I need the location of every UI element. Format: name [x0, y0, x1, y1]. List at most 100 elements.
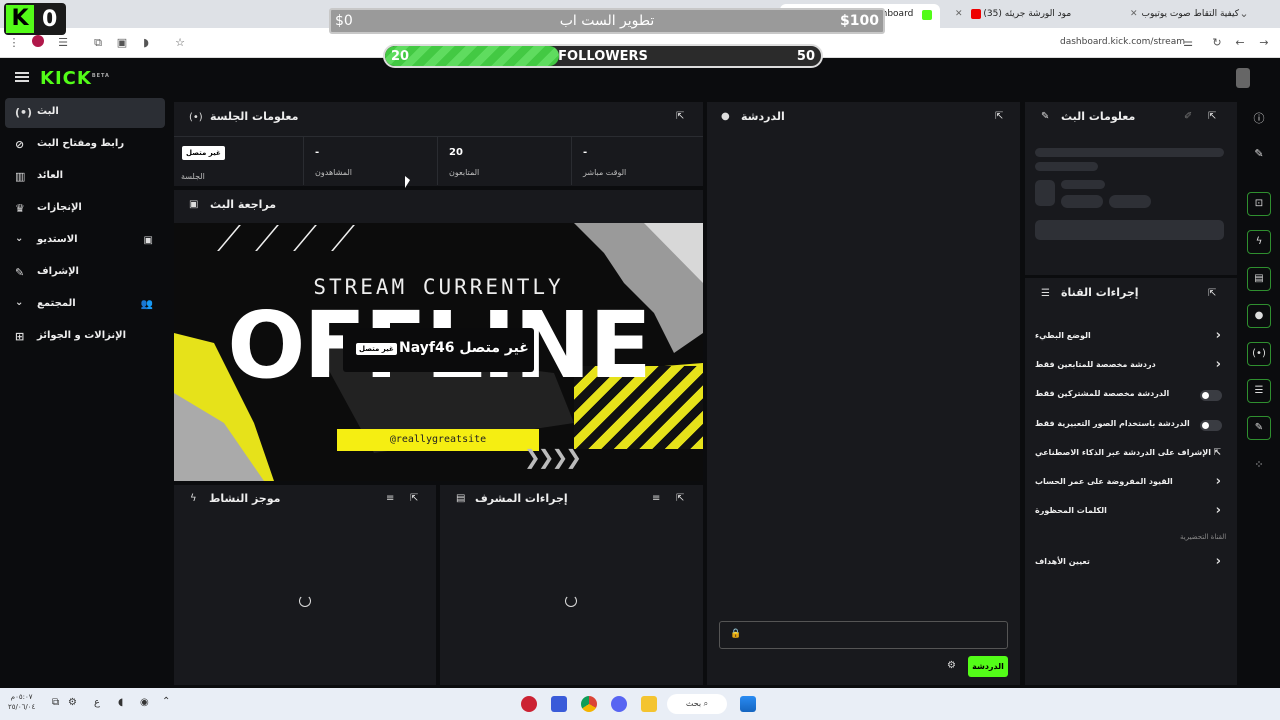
- site-banner: @reallygreatsite: [337, 429, 539, 451]
- users-icon: 👥: [140, 299, 153, 310]
- sidebar-item-label: الاستديو: [37, 234, 78, 245]
- taskbar-search[interactable]: بحث ⌕: [667, 694, 727, 714]
- share-icon[interactable]: ⧉: [90, 35, 106, 51]
- discord-icon[interactable]: [611, 696, 627, 712]
- close-icon[interactable]: ✕: [1130, 9, 1138, 19]
- language-icon[interactable]: ع: [94, 697, 100, 708]
- stat-label: المتابعون: [449, 168, 480, 177]
- sidebar-item-label: الإنزالات و الجوائز: [37, 330, 127, 341]
- filter-icon[interactable]: ≡: [652, 493, 660, 504]
- popout-icon[interactable]: ⇱: [676, 493, 684, 504]
- windows-start-icon[interactable]: [740, 696, 756, 712]
- tray-app-icon[interactable]: ◉: [140, 697, 149, 708]
- channel-action-banned-words[interactable]: الكلمات المحظورة ›: [1035, 503, 1225, 521]
- channel-action-followers-only[interactable]: دردشة مخصصة للمتابعين فقط ›: [1035, 357, 1225, 375]
- popout-icon[interactable]: ⇱: [1208, 288, 1216, 299]
- sidebar-item-achievements[interactable]: ♛ الإنجازات: [5, 194, 165, 224]
- clock[interactable]: ٠٥:٠٧م ٢٥/٠٦/٠٤: [8, 692, 35, 712]
- action-label: دردشة مخصصة للمتابعين فقط: [1035, 360, 1156, 369]
- chrome-icon[interactable]: [581, 696, 597, 712]
- loading-skeleton: [1109, 195, 1151, 208]
- profile-icon[interactable]: [30, 35, 46, 51]
- gear-icon[interactable]: ⚙: [947, 660, 956, 671]
- popout-icon[interactable]: ⇱: [410, 493, 418, 504]
- hamburger-menu-icon[interactable]: [15, 70, 29, 84]
- address-bar[interactable]: dashboard.kick.com/stream: [1060, 37, 1185, 47]
- info-icon[interactable]: ⓘ: [1247, 110, 1271, 130]
- file-explorer-icon[interactable]: [641, 696, 657, 712]
- popout-icon[interactable]: ⇱: [1208, 111, 1216, 122]
- avatar[interactable]: [1236, 68, 1250, 88]
- sidebar-item-drops[interactable]: ⊞ الإنزالات و الجوائز: [5, 322, 165, 352]
- loading-skeleton: [1061, 195, 1103, 208]
- app-icon[interactable]: [551, 696, 567, 712]
- bookmark-star-icon[interactable]: ☆: [172, 35, 188, 51]
- chat-input[interactable]: 🔒: [719, 621, 1008, 649]
- wrench-icon: ✎: [1041, 111, 1050, 122]
- browser-tab[interactable]: ✕ كيفية التقاط صوت يوتيوب: [1120, 5, 1250, 23]
- settings-icon[interactable]: ⚙: [68, 697, 77, 708]
- rail-preview-icon[interactable]: ⊡: [1247, 192, 1271, 216]
- forward-icon[interactable]: →: [1256, 35, 1272, 51]
- add-widget-icon[interactable]: ⁘: [1247, 458, 1271, 478]
- external-link-icon: ⇱: [1213, 448, 1221, 458]
- chevron-right-icon: ›: [1215, 503, 1221, 518]
- subscribers-only-toggle[interactable]: [1200, 390, 1222, 401]
- reload-icon[interactable]: ↻: [1209, 35, 1225, 51]
- sidebar-item-studio[interactable]: ⌄ الاستديو ▣: [5, 226, 165, 256]
- rail-lightning-icon[interactable]: ϟ: [1247, 230, 1271, 254]
- chevron-down-icon: ⌄: [15, 233, 24, 244]
- rail-broadcast-icon[interactable]: (•): [1247, 342, 1271, 366]
- channel-action-set-goals[interactable]: تعيين الأهداف ›: [1035, 554, 1225, 572]
- sidebar-item-community[interactable]: ⌄ المجتمع 👥: [5, 290, 165, 320]
- tab-search-icon[interactable]: ⌄: [1236, 6, 1252, 22]
- tab-title: كيفية التقاط صوت يوتيوب: [1141, 9, 1240, 19]
- chat-send-button[interactable]: الدردشة: [968, 656, 1008, 677]
- speaker-icon[interactable]: ◖: [118, 697, 123, 708]
- pencil-icon[interactable]: ✎: [1247, 147, 1271, 167]
- read-aloud-icon[interactable]: ◗: [138, 35, 154, 51]
- sidebar-item-moderation[interactable]: ✎ الإشراف: [5, 258, 165, 288]
- emote-only-toggle[interactable]: [1200, 420, 1222, 431]
- translate-icon[interactable]: ▣: [114, 35, 130, 51]
- popout-icon[interactable]: ⇱: [995, 111, 1003, 122]
- menu-dots-icon[interactable]: ⋮: [6, 35, 22, 51]
- sidebar-item-revenue[interactable]: ▥ العائد: [5, 162, 165, 192]
- lock-icon: 🔒: [730, 629, 742, 639]
- sidebar-item-label: الإنجازات: [37, 202, 82, 213]
- channel-action-slow-mode[interactable]: الوضع البطيء ›: [1035, 328, 1225, 346]
- pencil-icon[interactable]: ✐: [1184, 111, 1192, 122]
- preview-icon: ▣: [189, 199, 199, 210]
- channel-status-box: غير متصل Nayf46 غير متصل: [343, 328, 534, 372]
- sidebar-item-label: رابط ومفتاح البث: [37, 138, 125, 149]
- back-icon[interactable]: ←: [1232, 35, 1248, 51]
- browser-tab[interactable]: ✕ (35) مود الورشة جريئه: [945, 5, 1115, 23]
- action-label: الكلمات المحظورة: [1035, 506, 1107, 515]
- panel-title: معلومات الجلسة: [210, 110, 299, 123]
- chevron-up-icon[interactable]: ⌃: [162, 696, 170, 707]
- extensions-icon[interactable]: ☰: [55, 35, 71, 51]
- goal-target: $100: [840, 13, 879, 29]
- sidebar-item-label: الإشراف: [37, 266, 79, 277]
- kick-favicon-icon: [922, 10, 932, 20]
- site-settings-icon[interactable]: ⚌: [1180, 35, 1196, 51]
- close-icon[interactable]: ✕: [955, 9, 963, 19]
- rail-wrench-icon[interactable]: ✎: [1247, 416, 1271, 440]
- rail-server-icon[interactable]: ☰: [1247, 379, 1271, 403]
- popout-icon[interactable]: ⇱: [676, 111, 684, 122]
- rail-document-icon[interactable]: ▤: [1247, 267, 1271, 291]
- app-icon[interactable]: [521, 696, 537, 712]
- chevron-down-icon: ⌄: [15, 297, 24, 308]
- stream-preview[interactable]: STREAM CURRENTLY OFFLINE @reallygreatsit…: [174, 223, 703, 481]
- channel-action-account-age[interactable]: القيود المفروضة على عمر الحساب ›: [1035, 474, 1225, 492]
- notification-icon[interactable]: ⧉: [52, 697, 59, 708]
- kick-logo[interactable]: KICKBETA: [40, 68, 110, 89]
- sidebar-item-stream-key[interactable]: ⊘ رابط ومفتاح البث: [5, 130, 165, 160]
- filter-icon[interactable]: ≡: [386, 493, 394, 504]
- loading-skeleton: [1035, 148, 1224, 157]
- loading-skeleton: [1035, 180, 1055, 206]
- channel-action-ai-moderation[interactable]: الإشراف على الدردشة عبر الذكاء الاصطناعي…: [1035, 445, 1225, 463]
- sidebar-item-stream[interactable]: (•) البث: [5, 98, 165, 128]
- tab-title: (35) مود الورشة جريئه: [983, 9, 1072, 19]
- rail-chat-icon[interactable]: ●: [1247, 304, 1271, 328]
